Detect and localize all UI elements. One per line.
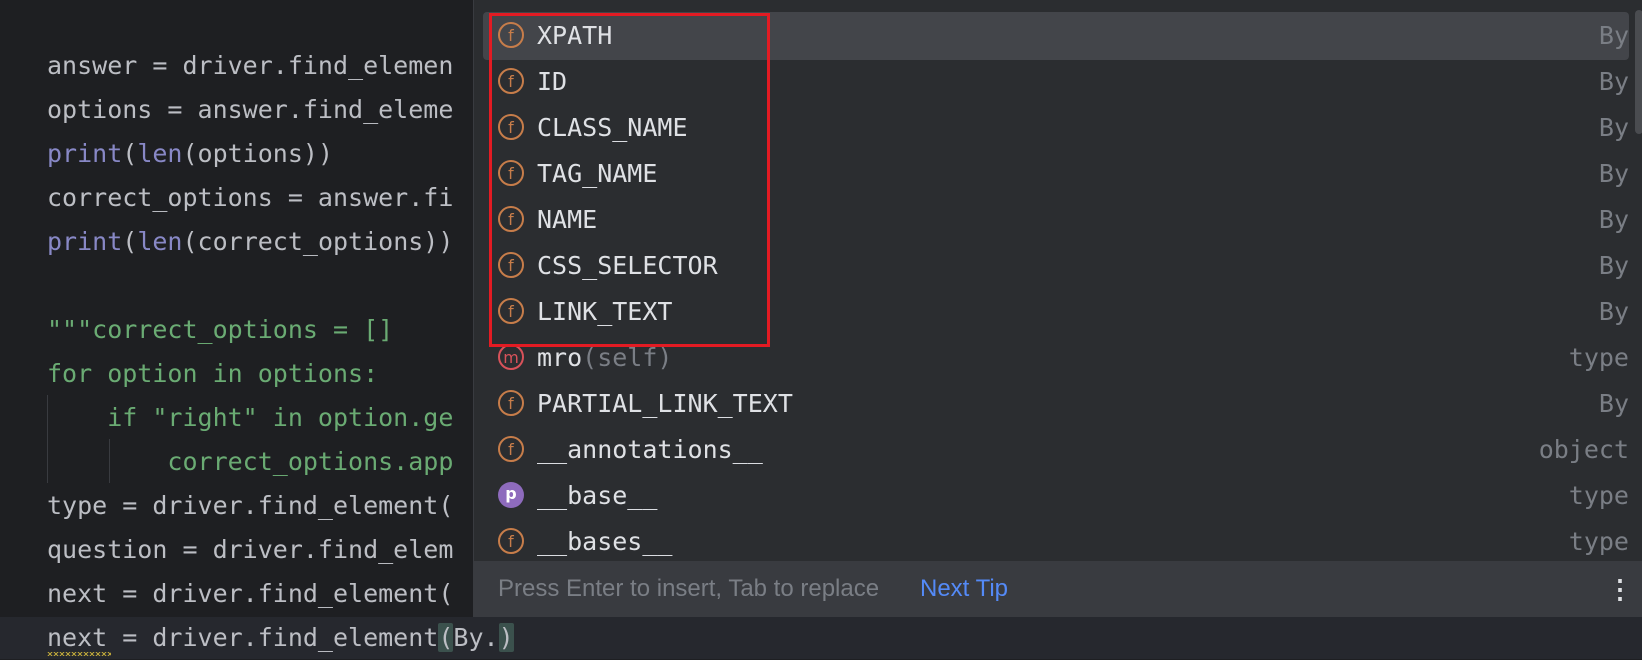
completion-item-type: By bbox=[1598, 251, 1629, 280]
code-token: By. bbox=[453, 623, 499, 652]
completion-item-type: By bbox=[1598, 389, 1629, 418]
code-line: correct_options = answer.fi bbox=[47, 176, 453, 220]
completion-item[interactable]: p __base__ type bbox=[483, 472, 1629, 520]
warning-squiggle bbox=[47, 652, 111, 656]
completion-item-type: By bbox=[1598, 159, 1629, 188]
method-icon: m bbox=[498, 344, 524, 370]
completion-item-label: __bases__ bbox=[537, 527, 673, 556]
code-token: correct_options = answer.fi bbox=[47, 183, 454, 212]
completion-item[interactable]: f PARTIAL_LINK_TEXT By bbox=[483, 380, 1629, 428]
code-token: next = driver.find_element bbox=[47, 623, 439, 652]
completion-item[interactable]: f __bases__ type bbox=[483, 518, 1629, 561]
completion-item-name: __annotations__ bbox=[537, 426, 763, 474]
annotation-highlight-box bbox=[489, 13, 770, 347]
next-tip-link[interactable]: Next Tip bbox=[920, 561, 1008, 617]
completion-item-params: (self) bbox=[582, 343, 673, 372]
completion-item-type: object bbox=[1538, 435, 1629, 464]
code-line: print(len(correct_options)) bbox=[47, 220, 453, 264]
property-icon: p bbox=[498, 482, 524, 508]
insert-hint: Press Enter to insert, Tab to replace bbox=[498, 575, 880, 602]
code-token: answer = driver.find_elemen bbox=[47, 51, 454, 80]
code-token: if "right" in option.ge bbox=[47, 403, 454, 432]
completion-footer: Press Enter to insert, Tab to replace Ne… bbox=[474, 561, 1642, 617]
completion-item-type: By bbox=[1598, 21, 1629, 50]
completion-item-label: PARTIAL_LINK_TEXT bbox=[537, 389, 793, 418]
completion-item[interactable]: f __annotations__ object bbox=[483, 426, 1629, 474]
code-token: print bbox=[47, 139, 123, 168]
code-token: options = answer.find_eleme bbox=[47, 95, 454, 124]
code-line: print(len(options)) bbox=[47, 132, 333, 176]
code-token: correct_options.app bbox=[47, 447, 454, 476]
code-token: (options)) bbox=[182, 139, 333, 168]
field-icon: f bbox=[498, 436, 524, 462]
code-token: for option in options: bbox=[47, 359, 379, 388]
completion-item-type: type bbox=[1568, 527, 1629, 556]
code-line: question = driver.find_elem bbox=[47, 528, 453, 572]
completion-item-type: By bbox=[1598, 113, 1629, 142]
completion-item-type: By bbox=[1598, 205, 1629, 234]
code-line: for option in options: bbox=[47, 352, 378, 396]
code-token: question = driver.find_elem bbox=[47, 535, 454, 564]
code-token: type = driver.find_element( bbox=[47, 491, 454, 520]
code-line: options = answer.find_eleme bbox=[47, 88, 453, 132]
code-token: (correct_options)) bbox=[182, 227, 454, 256]
code-token: print bbox=[47, 227, 123, 256]
completion-item-label: mro bbox=[537, 343, 583, 372]
completion-item-name: PARTIAL_LINK_TEXT bbox=[537, 380, 793, 428]
code-line: next = driver.find_element(By.) bbox=[47, 616, 514, 660]
field-icon: f bbox=[498, 390, 524, 416]
code-line: next = driver.find_element( bbox=[47, 572, 453, 616]
code-token: next = driver.find_element( bbox=[47, 579, 454, 608]
code-token: ( bbox=[122, 227, 138, 256]
code-token: len bbox=[137, 139, 183, 168]
code-token: ( bbox=[122, 139, 138, 168]
completion-item-label: __annotations__ bbox=[537, 435, 763, 464]
completion-item-name: __base__ bbox=[537, 472, 657, 520]
completion-scrollbar[interactable] bbox=[1635, 10, 1642, 134]
completion-item-name: __bases__ bbox=[537, 518, 672, 561]
completion-item-type: By bbox=[1598, 297, 1629, 326]
code-line: type = driver.find_element( bbox=[47, 484, 453, 528]
code-line: correct_options.app bbox=[47, 440, 453, 484]
code-line: """correct_options = [] bbox=[47, 308, 393, 352]
completion-item-label: __base__ bbox=[537, 481, 658, 510]
completion-item-type: type bbox=[1568, 343, 1629, 372]
code-token: """correct_options = [] bbox=[47, 315, 394, 344]
code-line: answer = driver.find_elemen bbox=[47, 44, 453, 88]
field-icon: f bbox=[498, 528, 524, 554]
code-token: ( bbox=[438, 623, 454, 652]
code-token: ) bbox=[498, 623, 514, 652]
completion-item-type: type bbox=[1568, 481, 1629, 510]
code-line: if "right" in option.ge bbox=[47, 396, 453, 440]
code-token: len bbox=[137, 227, 183, 256]
completion-item-type: By bbox=[1598, 67, 1629, 96]
more-options-icon[interactable]: ⋮ bbox=[1607, 561, 1633, 617]
